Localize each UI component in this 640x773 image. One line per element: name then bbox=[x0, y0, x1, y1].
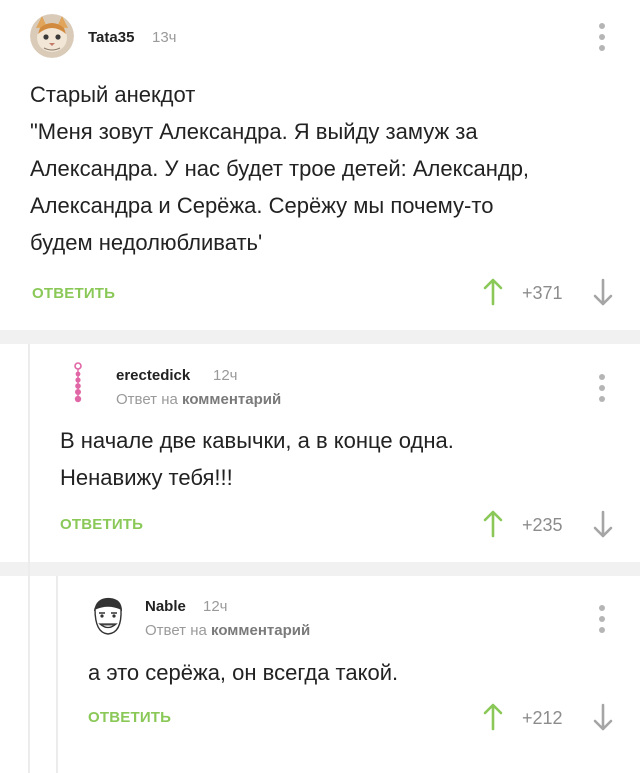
comment-text-line: В начале две кавычки, а в конце одна. bbox=[60, 428, 454, 453]
reply-to-label: Ответ на комментарий bbox=[116, 391, 281, 408]
cat-avatar-icon[interactable] bbox=[30, 14, 74, 58]
more-options-icon[interactable] bbox=[599, 605, 605, 633]
username[interactable]: Nable bbox=[145, 598, 186, 615]
bead-string-avatar-icon[interactable] bbox=[58, 360, 102, 404]
rating-value: +212 bbox=[522, 708, 563, 728]
upvote-arrow-icon[interactable] bbox=[482, 703, 504, 731]
comment-text-line: а это серёжа, он всегда такой. bbox=[88, 660, 399, 685]
comment-text-line: Александра и Серёжа. Серёжу мы почему-то bbox=[30, 193, 494, 218]
reply-to-label: Ответ на комментарий bbox=[145, 622, 310, 639]
reply-button[interactable]: ОТВЕТИТЬ bbox=[88, 709, 171, 726]
reply-to-prefix: Ответ на bbox=[116, 391, 178, 408]
comment-text-line: Ненавижу тебя!!! bbox=[60, 465, 233, 490]
rating-value: +371 bbox=[522, 283, 563, 303]
timestamp: 12ч bbox=[213, 367, 238, 384]
upvote-arrow-icon[interactable] bbox=[482, 510, 504, 538]
reply-to-link[interactable]: комментарий bbox=[211, 622, 310, 639]
comment-divider bbox=[0, 330, 640, 344]
comment-text-line: Старый анекдот bbox=[30, 82, 196, 107]
username[interactable]: erectedick bbox=[116, 367, 190, 384]
reply-button[interactable]: ОТВЕТИТЬ bbox=[32, 285, 115, 302]
comment-text: а это серёжа, он всегда такой. bbox=[88, 654, 618, 691]
reply-to-link[interactable]: комментарий bbox=[182, 391, 281, 408]
timestamp: 12ч bbox=[203, 598, 228, 615]
comment: Nable 12ч Ответ на комментарий а это сер… bbox=[0, 576, 640, 773]
comment-text-line: "Меня зовут Александра. Я выйду замуж за bbox=[30, 119, 478, 144]
reply-to-prefix: Ответ на bbox=[145, 622, 207, 639]
timestamp: 13ч bbox=[152, 29, 177, 46]
downvote-arrow-icon[interactable] bbox=[592, 510, 614, 538]
comment-text-line: Александра. У нас будет трое детей: Алек… bbox=[30, 156, 530, 181]
upvote-arrow-icon[interactable] bbox=[482, 278, 504, 306]
downvote-arrow-icon[interactable] bbox=[592, 278, 614, 306]
comment-text-line: будем недолюбливать' bbox=[30, 230, 263, 255]
comment-divider bbox=[0, 562, 640, 576]
comment-text: В начале две кавычки, а в конце одна. Не… bbox=[60, 422, 620, 496]
comment: erectedick 12ч Ответ на комментарий В на… bbox=[0, 344, 640, 562]
comment-text: Старый анекдот "Меня зовут Александра. Я… bbox=[30, 76, 620, 261]
more-options-icon[interactable] bbox=[599, 374, 605, 402]
rating-value: +235 bbox=[522, 515, 563, 535]
username[interactable]: Tata35 bbox=[88, 29, 134, 46]
meme-face-avatar-icon[interactable] bbox=[86, 593, 130, 637]
comment: Tata35 13ч Старый анекдот "Меня зовут Ал… bbox=[0, 0, 640, 330]
more-options-icon[interactable] bbox=[599, 23, 605, 51]
reply-button[interactable]: ОТВЕТИТЬ bbox=[60, 516, 143, 533]
downvote-arrow-icon[interactable] bbox=[592, 703, 614, 731]
